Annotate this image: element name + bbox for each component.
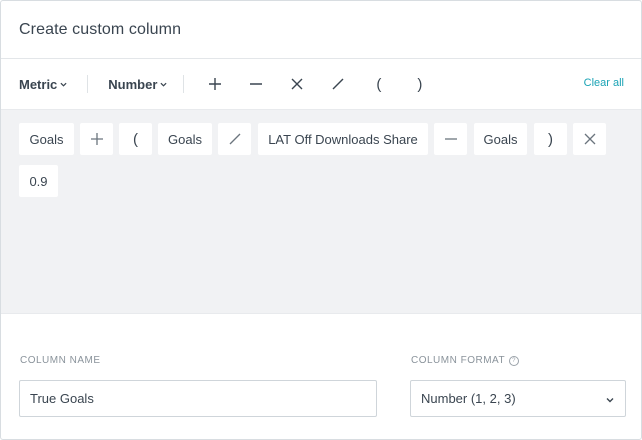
formula-token-metric[interactable]: Goals — [19, 123, 74, 155]
column-format-label-text: COLUMN FORMAT — [411, 355, 506, 366]
metric-dropdown[interactable]: Metric — [19, 77, 67, 92]
column-name-input[interactable] — [19, 380, 377, 417]
formula-token-label: ( — [133, 130, 138, 148]
column-format-value: Number (1, 2, 3) — [421, 391, 516, 406]
formula-token-label: LAT Off Downloads Share — [268, 131, 418, 147]
formula-token-operator[interactable] — [218, 123, 251, 155]
create-custom-column-dialog: Create custom column Metric Number ( ) C… — [0, 0, 642, 440]
toolbar-divider — [87, 75, 89, 93]
formula-token-label: 0.9 — [29, 173, 48, 189]
divide-slash-icon — [229, 133, 240, 145]
formula-token-label: Goals — [29, 131, 64, 147]
dialog-header: Create custom column — [1, 1, 641, 59]
help-icon[interactable]: ? — [509, 355, 520, 366]
plus-icon — [90, 133, 103, 145]
add-operator-button[interactable] — [194, 69, 235, 99]
formula-token-number[interactable]: 0.9 — [19, 165, 58, 197]
formula-editor[interactable]: Goals ( Goals LAT Off Downloads Share Go… — [1, 109, 641, 314]
toolbar-divider — [183, 75, 185, 93]
minus-icon — [444, 138, 457, 140]
plus-icon — [208, 78, 221, 90]
multiply-operator-button[interactable] — [276, 69, 317, 99]
minus-icon — [249, 83, 262, 85]
formula-token-paren[interactable]: ( — [119, 123, 152, 155]
open-paren-button[interactable]: ( — [358, 69, 399, 99]
chevron-down-icon — [160, 82, 167, 87]
column-name-label-text: COLUMN NAME — [20, 355, 101, 366]
open-paren-label: ( — [376, 75, 382, 93]
close-paren-button[interactable]: ) — [399, 69, 440, 99]
clear-all-link[interactable]: Clear all — [584, 77, 624, 89]
formula-token-metric[interactable]: Goals — [474, 123, 527, 155]
chevron-down-icon — [60, 82, 67, 87]
dialog-title: Create custom column — [19, 20, 182, 38]
column-format-label: COLUMN FORMAT ? — [411, 355, 520, 366]
chevron-down-icon — [606, 398, 614, 403]
subtract-operator-button[interactable] — [235, 69, 276, 99]
formula-token-operator[interactable] — [434, 123, 467, 155]
formula-token-label: ) — [548, 130, 553, 148]
formula-token-metric[interactable]: Goals — [158, 123, 212, 155]
number-dropdown[interactable]: Number — [108, 77, 167, 92]
metric-dropdown-label: Metric — [19, 76, 58, 92]
formula-token-metric[interactable]: LAT Off Downloads Share — [258, 123, 428, 155]
formula-token-label: Goals — [483, 131, 518, 147]
divide-slash-icon — [332, 78, 344, 90]
formula-token-paren[interactable]: ) — [534, 123, 567, 155]
column-format-select[interactable]: Number (1, 2, 3) — [410, 380, 626, 417]
formula-toolbar: Metric Number ( ) Clear all — [1, 59, 641, 109]
number-dropdown-label: Number — [108, 76, 158, 92]
column-settings: COLUMN NAME COLUMN FORMAT ? Number (1, 2… — [1, 313, 641, 439]
formula-token-operator[interactable] — [573, 123, 606, 155]
divide-operator-button[interactable] — [317, 69, 358, 99]
column-name-label: COLUMN NAME — [20, 355, 101, 366]
multiply-icon — [291, 78, 303, 90]
formula-token-label: Goals — [168, 131, 202, 147]
formula-token-operator[interactable] — [80, 123, 113, 155]
multiply-icon — [584, 133, 595, 145]
close-paren-label: ) — [417, 75, 423, 93]
